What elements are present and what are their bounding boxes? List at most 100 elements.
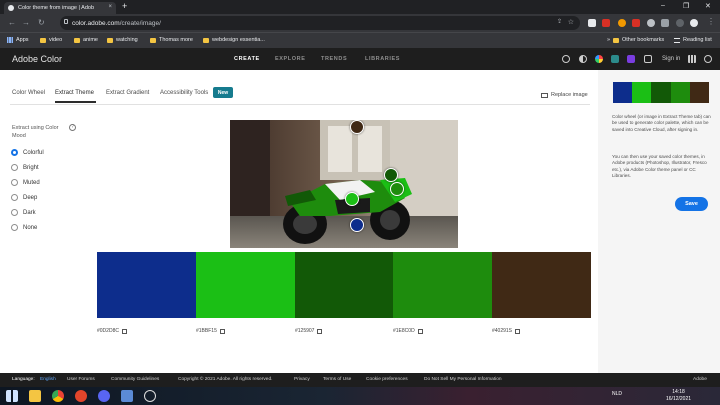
copy-icon[interactable] <box>515 328 521 334</box>
tab-color-wheel[interactable]: Color Wheel <box>12 90 45 96</box>
bookmark-thomas-more[interactable]: Thomas more <box>150 37 193 43</box>
app-icon[interactable] <box>644 55 652 63</box>
bookmark-other[interactable]: Other bookmarks <box>613 37 664 43</box>
apps-grid-icon[interactable] <box>688 55 696 63</box>
extension-icon[interactable] <box>618 19 626 27</box>
puzzle-icon[interactable] <box>661 19 669 27</box>
file-explorer-icon[interactable] <box>29 390 41 402</box>
language-selector[interactable]: English <box>40 377 56 382</box>
color-sample-dot[interactable] <box>384 168 398 182</box>
sign-in-link[interactable]: Sign in <box>662 56 680 62</box>
color-swatch[interactable] <box>393 252 493 318</box>
copy-icon[interactable] <box>417 328 423 334</box>
radio-button[interactable] <box>11 179 18 186</box>
radio-button[interactable] <box>11 194 18 201</box>
radio-button[interactable] <box>11 224 18 231</box>
discord-icon[interactable] <box>98 390 110 402</box>
footer-link-do-not-sell[interactable]: Do Not Sell My Personal Information <box>424 377 502 382</box>
forward-arrow-icon[interactable]: → <box>22 18 30 27</box>
app-icon[interactable] <box>627 55 635 63</box>
color-swatch[interactable] <box>97 252 196 318</box>
mood-option-deep[interactable]: Deep <box>11 194 37 201</box>
help-icon[interactable]: ? <box>69 124 76 131</box>
tab-extract-gradient[interactable]: Extract Gradient <box>106 90 149 96</box>
app-icon[interactable] <box>121 390 133 402</box>
footer-link-terms[interactable]: Terms of Use <box>323 377 351 382</box>
app-icon[interactable] <box>144 390 156 402</box>
footer-link-privacy[interactable]: Privacy <box>294 377 310 382</box>
close-window-button[interactable]: ✕ <box>705 2 711 10</box>
extension-icon[interactable] <box>588 19 596 27</box>
mood-option-muted[interactable]: Muted <box>11 179 40 186</box>
footer-link-community-guidelines[interactable]: Community Guidelines <box>111 377 159 382</box>
more-menu-icon[interactable]: ⋮ <box>707 17 715 26</box>
color-wheel-icon[interactable] <box>595 55 603 63</box>
url-host: color.adobe.com <box>72 19 120 27</box>
folder-icon <box>150 37 156 43</box>
windows-start-icon[interactable] <box>6 390 18 402</box>
footer-adobe-logo[interactable]: Adobe <box>693 377 707 382</box>
bookmark-webdesign[interactable]: webdesign essentia... <box>203 37 265 43</box>
color-sample-dot[interactable] <box>345 192 359 206</box>
color-sample-dot[interactable] <box>350 120 364 134</box>
mood-option-bright[interactable]: Bright <box>11 164 39 171</box>
reading-list[interactable]: Reading list <box>674 37 712 43</box>
reload-icon[interactable]: ↻ <box>38 18 45 27</box>
browser-tab[interactable]: Color theme from image | Adob × <box>4 2 116 14</box>
system-tray[interactable]: NLD <box>612 391 622 397</box>
bookmark-apps[interactable]: Apps <box>7 37 29 43</box>
radio-button[interactable] <box>11 209 18 216</box>
minimize-button[interactable]: – <box>661 2 665 9</box>
more-bookmarks-button[interactable]: » <box>607 37 610 43</box>
star-icon[interactable]: ☆ <box>568 18 574 26</box>
app-icon[interactable] <box>611 55 619 63</box>
contrast-icon[interactable] <box>579 55 587 63</box>
extension-icon[interactable] <box>647 19 655 27</box>
bookmark-watching[interactable]: watching <box>107 37 138 43</box>
source-image[interactable] <box>230 120 458 248</box>
footer-link-user-forums[interactable]: User Forums <box>67 377 95 382</box>
color-swatch[interactable] <box>294 252 394 318</box>
color-sample-dot[interactable] <box>390 182 404 196</box>
mood-option-dark[interactable]: Dark <box>11 209 36 216</box>
maximize-button[interactable]: ❐ <box>683 2 689 10</box>
extension-icon[interactable] <box>602 19 610 27</box>
hex-code-text: #0D2D8C <box>97 328 119 334</box>
tab-extract-theme[interactable]: Extract Theme <box>55 90 94 96</box>
copy-icon[interactable] <box>121 328 127 334</box>
bookmark-anime[interactable]: anime <box>74 37 98 43</box>
nav-trends[interactable]: TRENDS <box>321 56 347 62</box>
color-sample-dot[interactable] <box>350 218 364 232</box>
settings-icon[interactable] <box>562 55 570 63</box>
nav-libraries[interactable]: LIBRARIES <box>365 56 400 62</box>
taskbar-clock[interactable]: 14:18 16/12/2021 <box>666 389 691 403</box>
replace-image-button[interactable]: Replace image <box>541 92 588 98</box>
tab-close-icon[interactable]: × <box>108 4 112 10</box>
copy-icon[interactable] <box>317 328 323 334</box>
mood-option-colorful[interactable]: Colorful <box>11 149 44 156</box>
color-swatch[interactable] <box>195 252 295 318</box>
nav-explore[interactable]: EXPLORE <box>275 56 305 62</box>
mini-swatch <box>613 82 633 103</box>
brand-logo[interactable]: Adobe Color <box>12 54 62 64</box>
radio-button[interactable] <box>11 149 18 156</box>
nav-create[interactable]: CREATE <box>234 56 260 62</box>
extension-icon[interactable] <box>632 19 640 27</box>
media-icon[interactable] <box>676 19 684 27</box>
avatar[interactable] <box>690 19 698 27</box>
address-bar[interactable]: color.adobe.com/create/image/ ☆ ⇪ <box>60 16 580 30</box>
radio-button[interactable] <box>11 164 18 171</box>
footer-link-cookies[interactable]: Cookie preferences <box>366 377 408 382</box>
new-tab-button[interactable]: + <box>122 1 127 11</box>
app-icon[interactable] <box>75 390 87 402</box>
adobe-account-icon[interactable] <box>704 55 712 63</box>
bookmark-video[interactable]: video <box>40 37 62 43</box>
back-arrow-icon[interactable]: ← <box>8 18 16 27</box>
mood-option-none[interactable]: None <box>11 224 37 231</box>
color-swatch[interactable] <box>492 252 591 318</box>
chrome-icon[interactable] <box>52 390 64 402</box>
save-button[interactable]: Save <box>675 197 708 211</box>
share-icon[interactable]: ⇪ <box>557 18 562 25</box>
tab-accessibility-tools[interactable]: Accessibility Tools <box>160 90 208 96</box>
copy-icon[interactable] <box>219 328 225 334</box>
